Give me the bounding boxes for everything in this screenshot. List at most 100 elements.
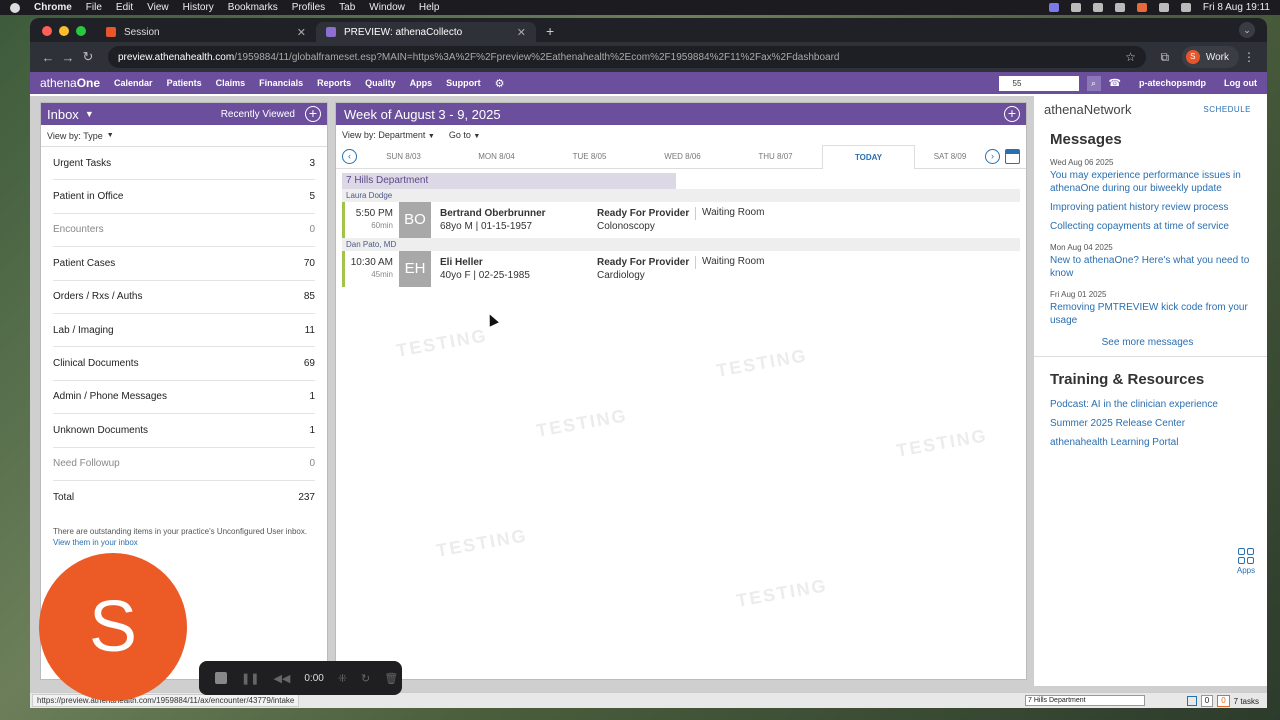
inbox-row-urgent-tasks[interactable]: Urgent Tasks 3 — [53, 147, 315, 181]
day-tue[interactable]: TUE 8/05 — [543, 152, 636, 161]
message-link[interactable]: You may experience performance issues in… — [1050, 169, 1251, 195]
tray-icon[interactable] — [1136, 3, 1147, 12]
view-by-department-select[interactable]: View by: Department ▼ — [342, 130, 435, 140]
appointment-row[interactable]: 10:30 AM 45min EH Eli Heller 40yo F | 02-2… — [342, 251, 1020, 287]
user-name[interactable]: p-atechopsmdp — [1139, 78, 1206, 88]
phone-icon[interactable]: ☎ — [1109, 78, 1121, 89]
training-link[interactable]: Summer 2025 Release Center — [1050, 417, 1251, 430]
tray-icon[interactable] — [1114, 3, 1125, 12]
patient-name[interactable]: Eli Heller — [440, 257, 483, 268]
nav-support[interactable]: Support — [446, 78, 481, 88]
patient-name[interactable]: Bertrand Oberbrunner — [440, 208, 546, 219]
inbox-row-encounters[interactable]: Encounters 0 — [53, 214, 315, 248]
tray-icon[interactable] — [1092, 3, 1103, 12]
menu-view[interactable]: View — [147, 2, 169, 13]
close-window-icon[interactable] — [42, 26, 52, 36]
training-link[interactable]: Podcast: AI in the clinician experience — [1050, 398, 1251, 411]
nav-financials[interactable]: Financials — [259, 78, 303, 88]
menu-bookmarks[interactable]: Bookmarks — [228, 2, 278, 13]
calendar-mini-icon[interactable] — [1186, 696, 1197, 706]
nav-calendar[interactable]: Calendar — [114, 78, 153, 88]
close-tab-icon[interactable]: ✕ — [297, 26, 306, 39]
menu-edit[interactable]: Edit — [116, 2, 133, 13]
inbox-row-patient-cases[interactable]: Patient Cases 70 — [53, 247, 315, 281]
patient-search-input[interactable]: 55 — [998, 75, 1079, 91]
browser-menu-icon[interactable]: ⋮ — [1239, 50, 1259, 64]
bookmark-star-icon[interactable]: ☆ — [1125, 50, 1136, 64]
back-icon[interactable]: ← — [38, 50, 58, 65]
inbox-row-need-followup[interactable]: Need Followup 0 — [53, 448, 315, 481]
menu-window[interactable]: Window — [369, 2, 405, 13]
message-link[interactable]: Improving patient history review process — [1050, 201, 1251, 214]
view-inbox-link[interactable]: View them in your inbox — [53, 538, 138, 547]
day-sat[interactable]: SAT 8/09 — [915, 152, 985, 161]
see-more-messages-link[interactable]: See more messages — [1044, 337, 1251, 348]
menu-history[interactable]: History — [183, 2, 214, 13]
day-wed[interactable]: WED 8/06 — [636, 152, 729, 161]
message-link[interactable]: Removing PMTREVIEW kick code from your u… — [1050, 301, 1251, 327]
inbox-row-lab-imaging[interactable]: Lab / Imaging 11 — [53, 314, 315, 348]
pause-icon[interactable]: ❚❚ — [241, 672, 259, 685]
calendar-icon[interactable] — [1005, 149, 1020, 164]
wifi-icon[interactable] — [1158, 3, 1169, 12]
menu-help[interactable]: Help — [419, 2, 440, 13]
day-thu[interactable]: THU 8/07 — [729, 152, 822, 161]
profile-button[interactable]: S Work — [1181, 46, 1239, 68]
inbox-row-admin-phone[interactable]: Admin / Phone Messages 1 — [53, 381, 315, 415]
training-link[interactable]: athenahealth Learning Portal — [1050, 436, 1251, 449]
message-link[interactable]: New to athenaOne? Here's what you need t… — [1050, 254, 1251, 280]
inbox-row-clinical-documents[interactable]: Clinical Documents 69 — [53, 347, 315, 381]
day-mon[interactable]: MON 8/04 — [450, 152, 543, 161]
tab-search-icon[interactable]: ⌄ — [1239, 22, 1255, 38]
search-icon[interactable]: ⌕ — [1086, 75, 1101, 91]
recently-viewed-link[interactable]: Recently Viewed — [221, 109, 295, 120]
url-input[interactable]: preview.athenahealth.com/1959884/11/glob… — [108, 46, 1146, 68]
logout-link[interactable]: Log out — [1224, 78, 1257, 88]
menu-clock[interactable]: Fri 8 Aug 19:11 — [1203, 2, 1270, 13]
trash-icon[interactable]: 🗑 — [384, 672, 398, 685]
nav-patients[interactable]: Patients — [167, 78, 202, 88]
tasks-count[interactable]: 7 tasks — [1234, 697, 1259, 706]
add-icon[interactable]: + — [305, 106, 321, 122]
screen-share-icon[interactable] — [1048, 3, 1059, 12]
extensions-icon[interactable]: ⧉ — [1156, 50, 1174, 65]
reload-icon[interactable]: ↻ — [78, 49, 98, 65]
message-link[interactable]: Collecting copayments at time of service — [1050, 220, 1251, 233]
nav-reports[interactable]: Reports — [317, 78, 351, 88]
inbox-title[interactable]: Inbox — [47, 107, 79, 122]
footer-alert-box[interactable]: 0 — [1217, 695, 1230, 707]
new-tab-icon[interactable]: + — [536, 23, 564, 42]
grid-icon[interactable]: ⁜ — [338, 672, 347, 685]
forward-icon[interactable]: → — [58, 50, 78, 65]
tray-icon[interactable] — [1070, 3, 1081, 12]
appointment-row[interactable]: 5:50 PM 60min BO Bertrand Oberbrunner 68yo… — [342, 202, 1020, 238]
menu-profiles[interactable]: Profiles — [292, 2, 325, 13]
schedule-link[interactable]: SCHEDULE — [1203, 105, 1251, 114]
day-today[interactable]: TODAY — [822, 144, 915, 169]
next-week-icon[interactable]: › — [985, 149, 1000, 164]
minimize-window-icon[interactable] — [59, 26, 69, 36]
chevron-down-icon[interactable]: ▼ — [85, 109, 94, 119]
day-sun[interactable]: SUN 8/03 — [357, 152, 450, 161]
tab-session[interactable]: Session ✕ — [96, 22, 316, 42]
zoom-window-icon[interactable] — [76, 26, 86, 36]
prev-week-icon[interactable]: ‹ — [342, 149, 357, 164]
nav-claims[interactable]: Claims — [216, 78, 246, 88]
tab-athena-preview[interactable]: PREVIEW: athenaCollecto ✕ — [316, 22, 536, 42]
nav-apps[interactable]: Apps — [410, 78, 433, 88]
footer-count-box[interactable]: 0 — [1200, 695, 1214, 707]
menu-file[interactable]: File — [86, 2, 102, 13]
rewind-icon[interactable]: ◀◀ — [273, 672, 290, 685]
close-tab-icon[interactable]: ✕ — [517, 26, 526, 39]
apple-icon[interactable] — [10, 2, 20, 13]
menu-tab[interactable]: Tab — [339, 2, 355, 13]
nav-quality[interactable]: Quality — [365, 78, 396, 88]
search-icon[interactable] — [1180, 3, 1191, 12]
inbox-row-patient-in-office[interactable]: Patient in Office 5 — [53, 180, 315, 214]
goto-select[interactable]: Go to ▼ — [449, 130, 480, 140]
athena-logo[interactable]: athenaOne — [40, 76, 100, 90]
add-appointment-icon[interactable]: + — [1004, 106, 1020, 122]
menu-app[interactable]: Chrome — [34, 2, 72, 13]
stop-icon[interactable] — [215, 672, 227, 684]
inbox-row-orders[interactable]: Orders / Rxs / Auths 85 — [53, 281, 315, 314]
